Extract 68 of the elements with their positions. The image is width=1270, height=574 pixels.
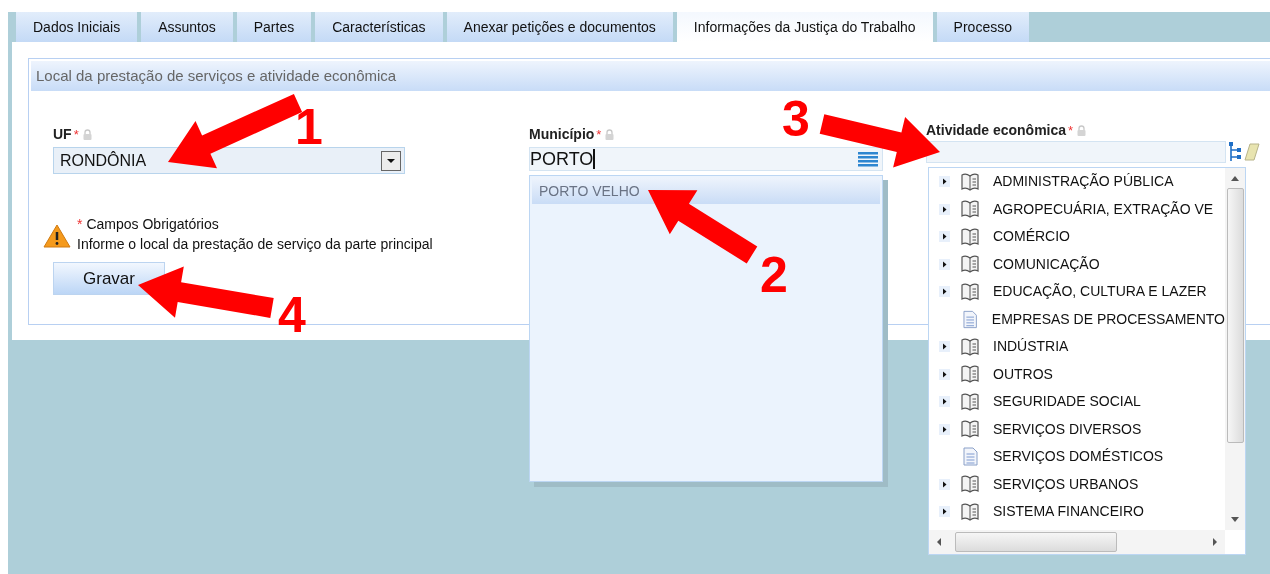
expand-icon[interactable] bbox=[939, 176, 950, 188]
list-icon[interactable] bbox=[858, 151, 878, 167]
document-icon bbox=[962, 309, 977, 329]
book-icon bbox=[960, 200, 980, 219]
tab[interactable]: Características bbox=[315, 12, 443, 42]
tree-item[interactable]: SERVIÇOS DIVERSOS bbox=[993, 418, 1142, 440]
expand-icon[interactable] bbox=[939, 423, 950, 435]
notice-title: Campos Obrigatórios bbox=[86, 215, 219, 234]
activity-field[interactable] bbox=[926, 141, 1226, 163]
required-mark: * bbox=[77, 215, 83, 234]
document-icon bbox=[963, 447, 978, 467]
expand-icon[interactable] bbox=[939, 341, 950, 353]
tab[interactable]: Partes bbox=[236, 12, 312, 42]
tree-item[interactable]: SISTEMA FINANCEIRO bbox=[993, 501, 1144, 523]
vertical-scrollbar[interactable] bbox=[1225, 168, 1245, 530]
book-icon bbox=[960, 475, 980, 494]
scroll-left-icon[interactable] bbox=[935, 537, 943, 547]
section-header: Local da prestação de serviços e atividade econômica bbox=[31, 61, 1270, 91]
callout-number: 3 bbox=[782, 91, 810, 147]
field-label: Município bbox=[529, 124, 595, 144]
book-icon bbox=[960, 392, 980, 411]
tree-item[interactable]: COMUNICAÇÃO bbox=[993, 253, 1100, 275]
expand-icon[interactable] bbox=[939, 478, 950, 490]
scroll-right-icon[interactable] bbox=[1211, 537, 1219, 547]
tree-item[interactable]: ADMINISTRAÇÃO PÚBLICA bbox=[993, 171, 1174, 193]
callout-number: 2 bbox=[760, 247, 788, 303]
required-mark: * bbox=[73, 126, 79, 144]
warning-icon bbox=[43, 224, 71, 248]
book-icon bbox=[960, 172, 980, 191]
tree-item[interactable]: EMPRESAS DE PROCESSAMENTO bbox=[991, 308, 1225, 330]
field-label: Atividade econômica bbox=[926, 120, 1067, 140]
tree-item[interactable]: SEGURIDADE SOCIAL bbox=[993, 391, 1141, 413]
book-icon bbox=[960, 365, 980, 384]
notice-message: Informe o local da prestação de serviço da parte principal bbox=[77, 235, 433, 254]
tree-item[interactable]: INDÚSTRIA bbox=[993, 336, 1069, 358]
tree-item[interactable]: COMÉRCIO bbox=[993, 226, 1070, 248]
callout-number: 4 bbox=[278, 287, 306, 343]
book-icon bbox=[960, 420, 980, 439]
book-icon bbox=[960, 227, 980, 246]
tree-item[interactable]: EDUCAÇÃO, CULTURA E LAZER bbox=[993, 281, 1207, 303]
expand-icon[interactable] bbox=[939, 203, 950, 215]
tab[interactable]: Processo bbox=[936, 12, 1029, 42]
tree-item[interactable]: SERVIÇOS DOMÉSTICOS bbox=[993, 446, 1164, 468]
save-button[interactable]: Gravar bbox=[53, 262, 165, 295]
horizontal-scrollbar[interactable] bbox=[929, 530, 1225, 554]
tab[interactable]: Informações da Justiça do Trabalho bbox=[676, 12, 933, 42]
tree-item[interactable]: SERVIÇOS URBANOS bbox=[993, 473, 1139, 495]
field-label: UF bbox=[53, 124, 72, 144]
expand-icon[interactable] bbox=[939, 258, 950, 270]
state-select[interactable]: RONDÔNIA bbox=[53, 147, 405, 174]
municipality-field[interactable]: PORTO bbox=[529, 147, 883, 171]
expand-icon[interactable] bbox=[939, 396, 950, 408]
book-icon bbox=[960, 337, 980, 356]
expand-icon[interactable] bbox=[939, 506, 950, 518]
book-icon bbox=[960, 255, 980, 274]
tab[interactable]: Assuntos bbox=[141, 12, 233, 42]
expand-icon[interactable] bbox=[939, 368, 950, 380]
tree-icon[interactable] bbox=[1228, 142, 1242, 162]
expand-icon[interactable] bbox=[939, 231, 950, 243]
tab[interactable]: Anexar petições e documentos bbox=[446, 12, 673, 42]
book-icon bbox=[960, 502, 980, 521]
expand-icon[interactable] bbox=[939, 286, 950, 298]
tree-item[interactable]: AGROPECUÁRIA, EXTRAÇÃO VE bbox=[993, 198, 1214, 220]
tree-item[interactable]: OUTROS bbox=[993, 363, 1053, 385]
tab[interactable]: Dados Iniciais bbox=[16, 12, 138, 42]
required-mark: * bbox=[1068, 122, 1074, 140]
book-icon bbox=[960, 282, 980, 301]
required-mark: * bbox=[596, 126, 602, 144]
